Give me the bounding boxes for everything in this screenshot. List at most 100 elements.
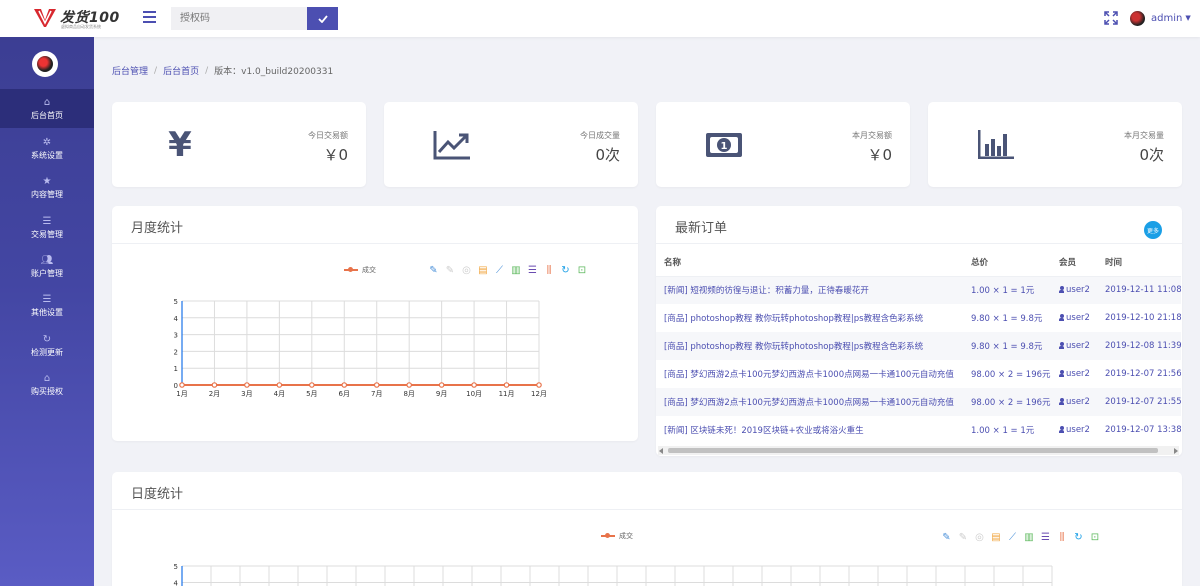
scrollbar-thumb[interactable] [668,448,1158,453]
data-point [276,382,283,388]
horizontal-scrollbar[interactable] [658,446,1179,455]
sidebar-item-label: 后台首页 [31,111,63,120]
data-point [536,382,542,388]
column-header: 总价 [963,248,1051,277]
order-user[interactable]: user2 [1051,360,1097,388]
order-user[interactable]: user2 [1051,388,1097,416]
order-price: 98.00 × 2 = 196元 [971,370,1051,380]
menu-toggle-button[interactable] [143,11,156,25]
order-user-name: user2 [1066,369,1090,379]
order-user[interactable]: user2 [1051,416,1097,444]
table-row[interactable]: [商品] 梦幻西游2点卡100元梦幻西游点卡1000点网易一卡通100元自动充值… [656,360,1181,388]
order-time: 2019-12-11 11:08 [1097,276,1181,304]
order-user-name: user2 [1066,313,1090,323]
restore-icon[interactable]: ↻ [1073,532,1084,543]
data-view-icon[interactable]: ▤ [991,532,1002,543]
chart-toolbox: ✎ ✎ ◎ ▤ ⟋ ▥ ☰ ⫼ ↻ ⊡ [941,532,1106,543]
sidebar-avatar[interactable] [32,51,58,77]
x-tick-label: 12月 [531,390,547,398]
order-time: 2019-12-07 21:56 [1105,369,1181,379]
menu-bar [143,11,156,13]
divider [112,509,1182,510]
user-menu[interactable]: admin ▼ [1130,9,1191,27]
table-row[interactable]: [新闻] 短视频的彷徨与退让：积蓄力量，正待春暖花开 1.00 × 1 = 1元… [656,276,1181,304]
sidebar-item-trades[interactable]: ☰ 交易管理 [0,208,94,247]
logo-mark-icon [34,9,56,27]
breadcrumb-link-admin[interactable]: 后台管理 [112,64,148,77]
order-name-link[interactable]: [商品] photoshop教程 教你玩转photoshop教程|ps教程含色彩… [656,332,963,360]
breadcrumb: 后台管理 / 后台首页 / 版本：v1.0_build20200331 [112,64,333,78]
bar-chart-icon [971,125,1021,165]
sidebar-item-other-settings[interactable]: ☰ 其他设置 [0,286,94,325]
order-name-link[interactable]: [商品] 梦幻西游2点卡100元梦幻西游点卡1000点网易一卡通100元自动充值 [656,388,963,416]
menu-bar [143,21,156,23]
x-tick-label: 3月 [241,390,252,398]
mark-undo-icon[interactable]: ✎ [958,532,969,543]
x-tick-label: 6月 [339,390,350,398]
avatar-image [37,56,53,72]
order-time: 2019-12-10 21:18 [1105,313,1181,323]
chart-legend[interactable]: 成交 [601,531,633,541]
y-tick-label: 4 [174,580,179,586]
table-row[interactable]: [商品] 梦幻西游2点卡100元梦幻西游点卡1000点网易一卡通100元自动充值… [656,388,1181,416]
fullscreen-icon[interactable] [1104,11,1118,25]
order-user[interactable]: user2 [1051,332,1097,360]
order-user[interactable]: user2 [1051,276,1097,304]
logo[interactable]: 发货100 虚拟商品自动发货系统 [33,7,123,31]
order-user[interactable]: user2 [1051,304,1097,332]
search-submit-button[interactable] [307,7,338,30]
column-header: 名称 [656,248,963,277]
sidebar-item-dashboard[interactable]: ⌂ 后台首页 [0,89,94,128]
stack-icon[interactable]: ☰ [1040,532,1051,543]
order-name-link[interactable]: [新闻] 区块链未死！2019区块链+农业或将浴火重生 [656,416,963,444]
order-name-link[interactable]: [新闻] 短视频的彷徨与退让：积蓄力量，正待春暖花开 [656,276,963,304]
more-button[interactable]: 更多 [1144,221,1162,239]
tiled-icon[interactable]: ⫼ [1057,532,1068,543]
home-icon: ⌂ [43,97,51,108]
divider [112,243,638,244]
bar-chart-icon[interactable]: ▥ [1024,532,1035,543]
save-image-icon[interactable]: ⊡ [1090,532,1101,543]
breadcrumb-link-home[interactable]: 后台首页 [163,64,199,77]
scroll-left-icon[interactable] [659,448,663,454]
order-time: 2019-12-07 13:38 [1105,425,1181,435]
sidebar-item-label: 系统设置 [31,151,63,160]
mark-icon[interactable]: ✎ [941,532,952,543]
user-icon [1059,398,1064,405]
check-icon [317,14,328,23]
data-point [503,382,510,388]
breadcrumb-separator: / [154,65,158,76]
scroll-right-icon[interactable] [1174,448,1178,454]
line-chart-icon[interactable]: ⟋ [1007,532,1018,543]
sidebar-item-system-settings[interactable]: ✲ 系统设置 [0,129,94,168]
money-icon: 1 [699,125,749,165]
sidebar-item-label: 交易管理 [31,230,63,239]
sidebar-item-check-update[interactable]: ↻ 检测更新 [0,326,94,365]
table-row[interactable]: [新闻] 区块链未死！2019区块链+农业或将浴火重生 1.00 × 1 = 1… [656,416,1181,444]
sidebar-item-buy-license[interactable]: ⌂ 购买授权 [0,365,94,404]
star-icon: ★ [42,176,52,187]
list-icon: ☰ [42,294,52,305]
stat-value: ￥0 [867,146,892,164]
x-tick-label: 11月 [499,390,515,398]
mark-clear-icon[interactable]: ◎ [974,532,985,543]
order-name-link[interactable]: [商品] photoshop教程 教你玩转photoshop教程|ps教程含色彩… [656,304,963,332]
stat-value: ￥0 [323,146,348,164]
table-row[interactable]: [商品] photoshop教程 教你玩转photoshop教程|ps教程含色彩… [656,304,1181,332]
user-icon [1059,342,1064,349]
column-header: 时间 [1097,248,1181,277]
order-time: 2019-12-07 21:55 [1097,388,1181,416]
sidebar-item-content[interactable]: ★ 内容管理 [0,168,94,207]
table-row[interactable]: [商品] photoshop教程 教你玩转photoshop教程|ps教程含色彩… [656,332,1181,360]
x-tick-label: 9月 [436,390,447,398]
order-name-link[interactable]: [商品] 梦幻西游2点卡100元梦幻西游点卡1000点网易一卡通100元自动充值 [656,360,963,388]
data-point [373,382,380,388]
data-point [179,382,185,388]
stat-card-today-amount: ¥ 今日交易额 ￥0 [112,102,366,187]
sidebar-item-label: 其他设置 [31,308,63,317]
top-bar: 发货100 虚拟商品自动发货系统 admin ▼ [0,0,1200,37]
license-code-input[interactable] [171,7,307,30]
order-user-name: user2 [1066,341,1090,351]
y-tick-label: 5 [174,563,178,571]
sidebar-item-accounts[interactable]: 👥︎ 账户管理 [0,247,94,286]
